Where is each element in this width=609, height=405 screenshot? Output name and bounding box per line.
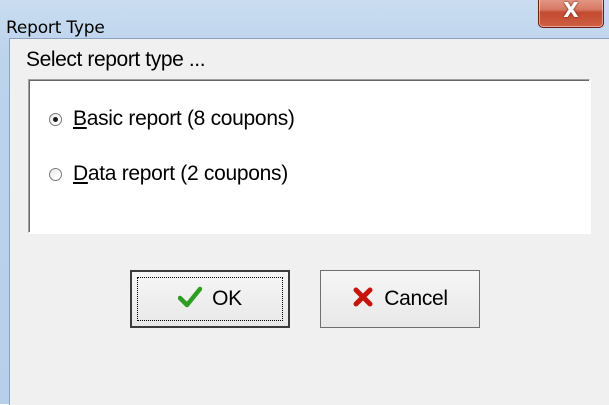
cross-icon <box>352 286 374 314</box>
title-bar[interactable]: Report Type X <box>0 0 609 38</box>
window-title: Report Type <box>6 18 105 38</box>
mnemonic-b: B <box>73 107 87 130</box>
radio-selected-dot <box>53 116 58 122</box>
radio-data-report[interactable]: Data report (2 coupons) <box>49 159 288 189</box>
mnemonic-d: D <box>73 162 88 185</box>
ok-button[interactable]: OK <box>130 270 290 328</box>
radio-button-basic[interactable] <box>49 112 62 126</box>
focus-ring <box>137 277 283 321</box>
cancel-button[interactable]: Cancel <box>320 270 480 328</box>
basic-label-text: asic report (8 coupons) <box>86 107 295 130</box>
radio-data-label[interactable]: Data report (2 coupons) <box>73 162 288 186</box>
close-icon: X <box>563 0 579 22</box>
radio-basic-report[interactable]: Basic report (8 coupons) <box>49 104 295 134</box>
prompt-label: Select report type ... <box>26 48 206 71</box>
data-label-text: ata report (2 coupons) <box>87 162 288 185</box>
report-type-dialog: Report Type X Select report type ... Bas… <box>0 0 609 405</box>
close-button[interactable]: X <box>538 0 604 28</box>
cancel-label: Cancel <box>384 287 448 310</box>
check-icon <box>177 286 203 314</box>
report-type-group: Basic report (8 coupons) Data report (2 … <box>28 79 590 233</box>
radio-button-data[interactable] <box>49 167 62 181</box>
radio-basic-label[interactable]: Basic report (8 coupons) <box>73 107 295 131</box>
